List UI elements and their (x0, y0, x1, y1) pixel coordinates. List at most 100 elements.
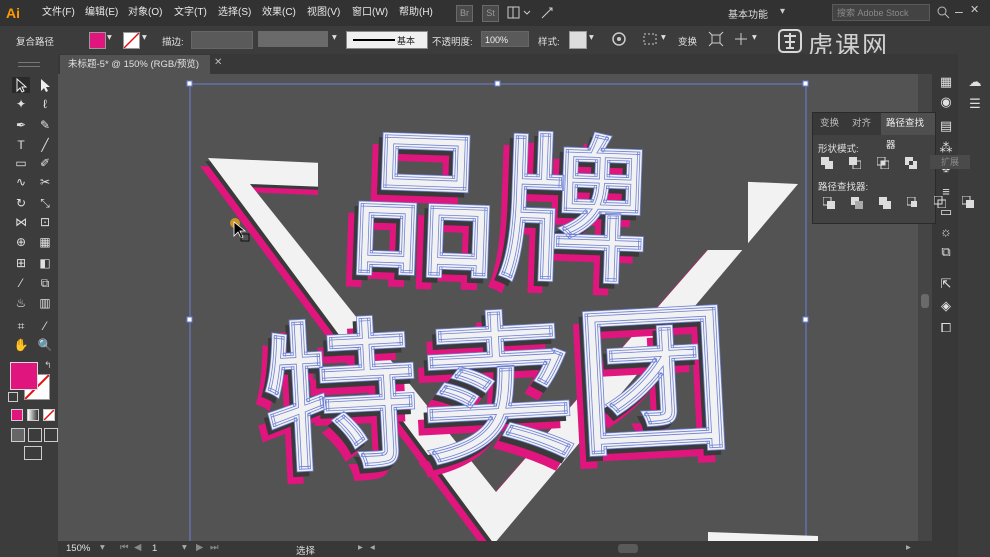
artboard-tool-icon[interactable]: ⌗ (12, 318, 30, 334)
menu-edit[interactable]: 编辑(E) (85, 6, 118, 20)
curvature-tool-icon[interactable]: ✎ (36, 117, 54, 133)
variable-width-profile[interactable] (258, 31, 328, 47)
artboard-number[interactable]: 1 (152, 543, 157, 554)
tab-transform[interactable]: 变换 (815, 113, 844, 135)
search-icon[interactable] (936, 5, 950, 19)
stroke-swatch[interactable] (123, 32, 140, 49)
status-play-icon[interactable]: ▸ (358, 542, 363, 553)
toolbar-grip[interactable] (18, 62, 40, 67)
rectangle-tool-icon[interactable]: ▭ (12, 155, 30, 171)
align-options-icon[interactable] (733, 31, 749, 47)
transform-button[interactable]: 变换 (678, 34, 697, 48)
chevron-down-icon[interactable]: ▾ (752, 32, 757, 43)
minimize-icon[interactable]: ‒ (955, 3, 963, 19)
appearance-icon[interactable]: ☼ (936, 224, 956, 239)
status-back-icon[interactable]: ◂ (370, 542, 375, 553)
slice-tool-icon[interactable]: ⁄ (36, 318, 54, 334)
cc-libraries-icon[interactable]: ☁ (965, 74, 985, 90)
intersect-icon[interactable] (876, 156, 890, 170)
type-tool-icon[interactable]: T (12, 137, 30, 153)
swap-fill-stroke-icon[interactable]: ↰ (44, 360, 52, 371)
magic-wand-tool-icon[interactable]: ✦ (12, 96, 30, 112)
next-artboard-icon[interactable]: ▶ (196, 542, 203, 553)
stock-search-input[interactable]: 搜索 Adobe Stock (832, 4, 930, 21)
artboards-icon[interactable]: ⧠ (936, 320, 956, 336)
draw-behind-icon[interactable] (28, 428, 42, 442)
color-mode-icon[interactable] (11, 409, 23, 421)
symbol-sprayer-tool-icon[interactable]: ♨ (12, 295, 30, 311)
mesh-tool-icon[interactable]: ⊞ (12, 255, 30, 271)
brush-definition[interactable]: 基本 (346, 31, 428, 49)
minus-front-icon[interactable] (849, 157, 862, 170)
expand-button[interactable]: 扩展 (930, 155, 970, 169)
gradient-tool-icon[interactable]: ◧ (36, 255, 54, 271)
menu-type[interactable]: 文字(T) (174, 6, 207, 20)
tab-pathfinder[interactable]: 路径查找器 (881, 113, 935, 151)
tab-align[interactable]: 对齐 (847, 113, 876, 135)
zoom-tool-icon[interactable]: 🔍 (36, 337, 54, 353)
fill-color-box[interactable] (10, 362, 38, 390)
menu-view[interactable]: 视图(V) (307, 6, 340, 20)
close-tab-icon[interactable]: ✕ (214, 57, 222, 68)
chevron-down-icon[interactable]: ▾ (589, 32, 594, 43)
chevron-down-icon[interactable]: ▾ (100, 542, 105, 553)
shape-builder-tool-icon[interactable]: ⊕ (12, 234, 30, 250)
default-colors-icon[interactable] (8, 392, 18, 402)
eyedropper-tool-icon[interactable]: ⁄ (12, 275, 30, 291)
color-panel-icon[interactable]: ▦ (936, 74, 956, 90)
direct-selection-tool-icon[interactable] (36, 77, 54, 93)
export-icon[interactable]: ⇱ (936, 276, 956, 292)
blend-tool-icon[interactable]: ⧉ (36, 275, 54, 291)
previous-artboard-icon[interactable]: ◀ (134, 542, 141, 553)
recolor-artwork-icon[interactable] (611, 31, 627, 47)
menu-select[interactable]: 选择(S) (218, 6, 251, 20)
canvas[interactable]: 品牌 品牌 品牌 特卖团 特卖团 特卖团 (58, 74, 918, 541)
scroll-right-icon[interactable]: ▸ (906, 542, 911, 553)
layers-icon[interactable]: ◈ (936, 298, 956, 314)
rotate-tool-icon[interactable]: ↻ (12, 195, 30, 211)
scrollbar-thumb[interactable] (921, 294, 929, 308)
brushes-icon[interactable]: ⁂ (936, 140, 956, 156)
graphic-style-swatch[interactable] (569, 31, 587, 49)
align-to-icon[interactable] (642, 31, 660, 47)
graph-tool-icon[interactable]: ▥ (36, 295, 54, 311)
lasso-tool-icon[interactable]: ℓ (36, 96, 54, 112)
draw-inside-icon[interactable] (44, 428, 58, 442)
fill-swatch[interactable] (89, 32, 106, 49)
scale-tool-icon[interactable]: ⤡ (36, 195, 54, 211)
shaper-tool-icon[interactable]: ∿ (12, 174, 30, 190)
menu-window[interactable]: 窗口(W) (352, 6, 388, 20)
menu-help[interactable]: 帮助(H) (399, 6, 433, 20)
stroke-weight-field[interactable] (191, 31, 253, 49)
draw-normal-icon[interactable] (11, 428, 25, 442)
minus-back-icon[interactable] (961, 195, 974, 208)
none-mode-icon[interactable] (43, 409, 55, 421)
outline-icon[interactable] (933, 195, 947, 209)
horizontal-scrollbar-thumb[interactable] (618, 544, 638, 553)
color-guide-icon[interactable]: ◉ (936, 94, 956, 110)
opacity-field[interactable]: 100% (481, 31, 529, 47)
bridge-button[interactable]: Br (456, 5, 473, 22)
stock-button[interactable]: St (482, 5, 499, 22)
merge-icon[interactable] (879, 197, 891, 209)
first-artboard-icon[interactable]: ⏮ (120, 542, 129, 553)
gpu-icon[interactable] (540, 6, 554, 20)
chevron-down-icon[interactable]: ▾ (661, 32, 666, 43)
hand-tool-icon[interactable]: ✋ (12, 337, 30, 353)
chevron-down-icon[interactable]: ▾ (332, 32, 337, 43)
document-tab[interactable]: 未标题-5* @ 150% (RGB/预览) (60, 55, 210, 74)
free-transform-tool-icon[interactable]: ⊡ (36, 214, 54, 230)
chevron-down-icon[interactable]: ▾ (107, 32, 112, 43)
arrange-documents-icon[interactable] (506, 5, 534, 20)
chevron-down-icon[interactable]: ▾ (780, 6, 785, 17)
screen-mode-icon[interactable] (24, 446, 42, 460)
scissors-tool-icon[interactable]: ✂ (36, 174, 54, 190)
exclude-icon[interactable] (905, 157, 917, 169)
menu-object[interactable]: 对象(O) (128, 6, 162, 20)
properties-icon[interactable]: ☰ (965, 96, 985, 112)
pen-tool-icon[interactable]: ✒ (12, 117, 30, 133)
menu-file[interactable]: 文件(F) (42, 6, 75, 20)
swatches-icon[interactable]: ▤ (936, 118, 956, 134)
perspective-grid-tool-icon[interactable]: ▦ (36, 234, 54, 250)
crop-icon[interactable] (906, 196, 919, 209)
